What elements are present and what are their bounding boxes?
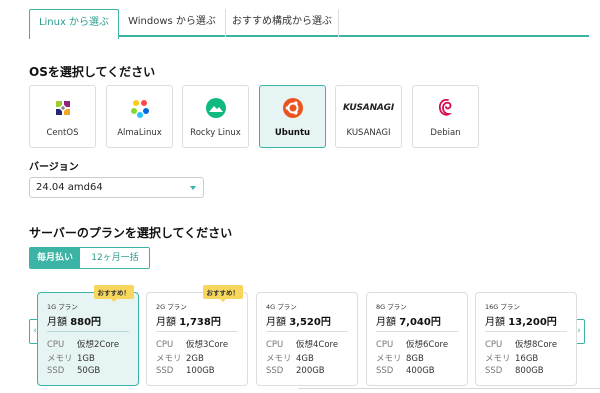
plan-card-8g[interactable]: 8G プラン 月額 7,040円 CPU 仮想6Core メモリ 8GB SSD 40… (366, 292, 468, 386)
ubuntu-logo-icon (260, 97, 325, 119)
os-option-label: Debian (430, 128, 461, 138)
plan-memory: メモリ 8GB (376, 354, 424, 364)
tab-linux[interactable]: Linux から選ぶ (29, 9, 119, 39)
plan-card-1g[interactable]: おすすめ！ 1G プラン 月額 880円 CPU 仮想2Core メモリ 1GB S… (37, 285, 139, 386)
debian-logo-icon (413, 97, 478, 119)
plan-ssd: SSD 50GB (47, 366, 101, 376)
chevron-down-icon (190, 186, 196, 190)
plan-ssd: SSD 100GB (156, 366, 215, 376)
os-option-label: AlmaLinux (117, 128, 162, 138)
plan-name: 8G プラン (376, 303, 407, 311)
plan-price: 月額 7,040円 (376, 317, 441, 328)
plan-divider (485, 331, 567, 332)
plan-cpu: CPU 仮想4Core (266, 340, 339, 350)
plan-ssd: SSD 800GB (485, 366, 544, 376)
billing-monthly-button[interactable]: 毎月払い (30, 248, 80, 268)
plan-cpu: CPU 仮想6Core (376, 340, 449, 350)
os-section-title: OSを選択してください (29, 65, 156, 79)
divider (298, 388, 600, 389)
plan-price: 月額 3,520円 (266, 317, 331, 328)
os-option-kusanagi[interactable]: KUSANAGI KUSANAGI (335, 85, 402, 148)
plan-memory: メモリ 16GB (485, 354, 539, 364)
plan-card-16g[interactable]: 16G プラン 月額 13,200円 CPU 仮想8Core メモリ 16GB SS… (475, 292, 577, 386)
plan-memory: メモリ 1GB (47, 354, 95, 364)
plan-cpu: CPU 仮想3Core (156, 340, 229, 350)
plan-ssd: SSD 400GB (376, 366, 435, 376)
os-option-label: Ubuntu (274, 128, 311, 138)
plan-price: 月額 1,738円 (156, 317, 221, 328)
version-value: 24.04 amd64 (36, 182, 103, 193)
os-option-almalinux[interactable]: AlmaLinux (106, 85, 173, 148)
version-select[interactable]: 24.04 amd64 (29, 177, 204, 198)
os-option-label: Rocky Linux (190, 128, 241, 138)
kusanagi-logo-icon: KUSANAGI (336, 97, 401, 119)
plan-card-4g[interactable]: 4G プラン 月額 3,520円 CPU 仮想4Core メモリ 4GB SSD 20… (256, 292, 358, 386)
os-option-rocky-linux[interactable]: Rocky Linux (182, 85, 249, 148)
billing-toggle: 毎月払い 12ヶ月一括 (29, 247, 150, 269)
plan-name: 16G プラン (485, 303, 520, 311)
os-option-debian[interactable]: Debian (412, 85, 479, 148)
os-option-centos[interactable]: CentOS (29, 85, 96, 148)
rocky-linux-logo-icon (183, 97, 248, 119)
os-option-ubuntu[interactable]: Ubuntu (259, 85, 326, 148)
plan-price: 月額 880円 (47, 317, 102, 328)
plan-name: 1G プラン (47, 303, 78, 311)
os-option-label: KUSANAGI (346, 128, 391, 138)
plan-name: 2G プラン (156, 303, 187, 311)
plan-cpu: CPU 仮想2Core (47, 340, 120, 350)
recommended-badge: おすすめ！ (93, 285, 134, 302)
plan-divider (47, 331, 129, 332)
os-option-label: CentOS (46, 128, 79, 138)
plan-section-title: サーバーのプランを選択してください (29, 226, 233, 240)
os-source-tabs: Linux から選ぶ Windows から選ぶ おすすめ構成から選ぶ (29, 9, 589, 39)
recommended-badge: おすすめ！ (202, 285, 243, 302)
plan-card-2g[interactable]: おすすめ！ 2G プラン 月額 1,738円 CPU 仮想3Core メモリ 2GB… (146, 285, 248, 386)
version-label: バージョン (29, 162, 79, 173)
plan-cpu: CPU 仮想8Core (485, 340, 558, 350)
tab-recommended[interactable]: おすすめ構成から選ぶ (226, 9, 339, 37)
plan-name: 4G プラン (266, 303, 297, 311)
plan-divider (156, 331, 238, 332)
centos-logo-icon (30, 97, 95, 119)
plan-price: 月額 13,200円 (485, 317, 557, 328)
plan-ssd: SSD 200GB (266, 366, 325, 376)
tab-windows[interactable]: Windows から選ぶ (119, 9, 226, 37)
plan-divider (376, 331, 458, 332)
almalinux-logo-icon (107, 97, 172, 119)
billing-yearly-button[interactable]: 12ヶ月一括 (80, 248, 149, 268)
plan-divider (266, 331, 348, 332)
kusanagi-logo-text: KUSANAGI (342, 103, 395, 113)
plan-memory: メモリ 2GB (156, 354, 204, 364)
plan-memory: メモリ 4GB (266, 354, 314, 364)
